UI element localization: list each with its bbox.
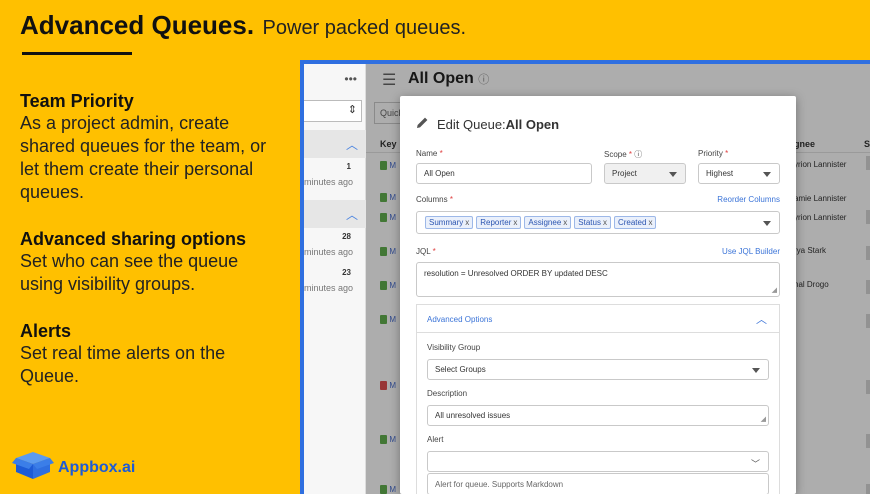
headline-title: Advanced Queues.: [20, 10, 255, 40]
pencil-icon: [416, 116, 429, 132]
required-mark: *: [628, 150, 633, 159]
reorder-columns-link[interactable]: Reorder Columns: [717, 195, 780, 204]
required-mark: *: [725, 149, 729, 158]
feature-body: Set who can see the queue using visibili…: [20, 251, 239, 294]
chevron-up-icon[interactable]: ︿: [756, 311, 767, 327]
queue-group[interactable]: ︿: [304, 130, 366, 158]
name-label: Name *: [416, 149, 443, 158]
columns-label: Columns *: [416, 195, 453, 204]
columns-multiselect[interactable]: Summary x Reporter x Assignee x Status x Cre…: [416, 211, 780, 234]
queue-group[interactable]: ︿: [304, 200, 366, 228]
queue-updated: minutes ago: [303, 247, 353, 257]
brand-name: Appbox.ai: [58, 458, 136, 476]
remove-chip-icon[interactable]: x: [603, 218, 607, 227]
queue-updated: minutes ago: [303, 283, 353, 293]
queue-count: 1: [346, 162, 351, 171]
column-chip-label: Created: [617, 218, 647, 227]
column-chip-label: Reporter: [480, 218, 512, 227]
advanced-options-header[interactable]: Advanced Options ︿: [417, 305, 779, 333]
feature-body: As a project admin, create shared queues…: [20, 113, 267, 202]
feature-body: Set real time alerts on the Queue.: [20, 343, 226, 386]
required-mark: *: [449, 195, 453, 204]
alert-placeholder: Alert for queue. Supports Markdown: [435, 479, 564, 489]
scope-value: Project: [612, 169, 637, 178]
caret-down-icon: [763, 171, 771, 177]
brand: Appbox.ai: [12, 450, 135, 485]
advanced-options-label: Advanced Options: [427, 315, 493, 324]
scope-label-text: Scope: [604, 150, 627, 159]
name-input[interactable]: All Open: [416, 163, 592, 184]
box-logo-icon: [12, 450, 54, 485]
column-chip[interactable]: Status x: [574, 216, 611, 229]
jql-textarea[interactable]: resolution = Unresolved ORDER BY updated…: [416, 262, 780, 297]
chevron-down-icon: ﹀: [750, 458, 760, 469]
headline-underline: [22, 52, 132, 55]
more-icon[interactable]: •••: [344, 72, 357, 86]
remove-chip-icon[interactable]: x: [563, 218, 567, 227]
feature-title: Alerts: [20, 321, 72, 341]
caret-down-icon: [752, 367, 760, 373]
remove-chip-icon[interactable]: x: [513, 218, 517, 227]
advanced-options-panel: Advanced Options ︿ Visibility Group Sele…: [416, 304, 780, 494]
priority-select[interactable]: Highest: [698, 163, 780, 184]
name-label-text: Name: [416, 149, 438, 158]
column-chip[interactable]: Assignee x: [524, 216, 572, 229]
column-chip-label: Status: [578, 218, 601, 227]
visibility-group-label: Visibility Group: [427, 343, 481, 352]
feature-title: Advanced sharing options: [20, 229, 247, 249]
column-chip-label: Assignee: [528, 218, 562, 227]
queue-count: 28: [342, 232, 351, 241]
headline-subtitle: Power packed queues.: [262, 17, 466, 39]
resize-handle-icon[interactable]: ◢: [772, 287, 777, 294]
alert-markdown-textarea[interactable]: Alert for queue. Supports Markdown: [427, 473, 769, 494]
queue-sidebar: ••• ⇕ ︿ 1 minutes ago ︿ 28 minutes ago 2…: [304, 64, 366, 494]
chevron-up-icon: ︿: [345, 208, 358, 222]
jql-value: resolution = Unresolved ORDER BY updated…: [424, 269, 608, 278]
feature-alerts: Alerts Set real time alerts on the Queue…: [20, 320, 280, 388]
feature-team-priority: Team Priority As a project admin, create…: [20, 90, 280, 204]
visibility-group-placeholder: Select Groups: [435, 365, 486, 374]
chevron-up-icon: ︿: [345, 138, 358, 152]
scope-label: Scope * ⓘ: [604, 149, 642, 160]
jql-builder-link[interactable]: Use JQL Builder: [722, 247, 780, 256]
priority-label: Priority *: [698, 149, 728, 158]
visibility-group-select[interactable]: Select Groups: [427, 359, 769, 380]
columns-label-text: Columns: [416, 195, 448, 204]
edit-queue-dialog: Edit Queue:All Open Name * All Open Scop…: [400, 96, 796, 494]
caret-down-icon: [669, 171, 677, 177]
jql-label: JQL *: [416, 247, 436, 256]
scope-select[interactable]: Project: [604, 163, 686, 184]
priority-value: Highest: [706, 169, 734, 178]
resize-handle-icon[interactable]: ◢: [761, 416, 766, 423]
feature-sharing: Advanced sharing options Set who can see…: [20, 228, 280, 296]
feature-title: Team Priority: [20, 91, 134, 111]
priority-label-text: Priority: [698, 149, 723, 158]
sidebar-select[interactable]: ⇕: [304, 100, 362, 122]
remove-chip-icon[interactable]: x: [648, 218, 652, 227]
info-icon[interactable]: ⓘ: [634, 150, 642, 159]
sort-icon: ⇕: [347, 104, 357, 116]
headline: Advanced Queues. Power packed queues.: [20, 10, 466, 41]
jql-label-text: JQL: [416, 247, 431, 256]
description-value: All unresolved issues: [435, 411, 511, 420]
description-textarea[interactable]: All unresolved issues ◢: [427, 405, 769, 426]
required-mark: *: [432, 247, 436, 256]
column-chip-label: Summary: [429, 218, 464, 227]
dialog-title-prefix: Edit Queue:: [437, 116, 506, 132]
remove-chip-icon[interactable]: x: [465, 218, 469, 227]
alert-label: Alert: [427, 435, 444, 444]
queue-updated: minutes ago: [303, 177, 353, 187]
dialog-title-name: All Open: [505, 116, 560, 132]
column-chip[interactable]: Summary x: [425, 216, 474, 229]
column-chip[interactable]: Created x: [613, 216, 657, 229]
description-label: Description: [427, 389, 468, 398]
caret-down-icon: [763, 220, 771, 226]
column-chip[interactable]: Reporter x: [476, 216, 522, 229]
queue-count: 23: [342, 268, 351, 277]
dialog-title: Edit Queue:All Open: [416, 116, 559, 132]
alert-select[interactable]: ﹀: [427, 451, 769, 472]
required-mark: *: [439, 149, 443, 158]
